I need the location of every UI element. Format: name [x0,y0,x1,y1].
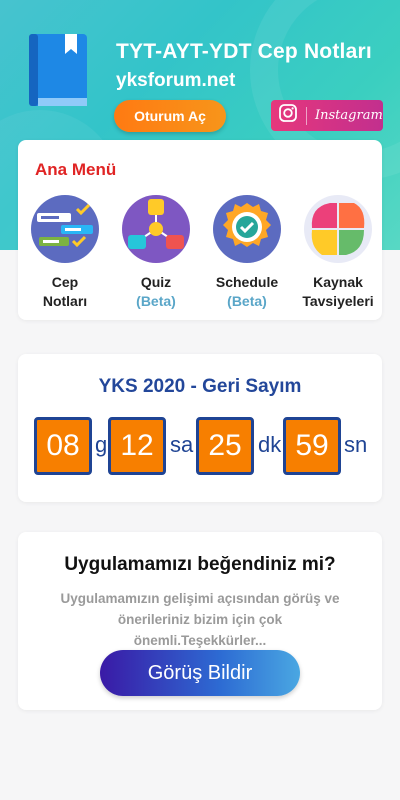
minutes-unit: dk [258,432,282,457]
menu-item-label: Kaynak [313,274,363,290]
instagram-icon [279,104,297,127]
feedback-description: Uygulamamızın gelişimi açısından görüş v… [60,591,340,648]
schedule-icon [213,195,281,263]
menu-item-kaynak-tavsiyeleri[interactable]: Kaynak Tavsiyeleri [299,195,377,311]
login-button[interactable]: Oturum Aç [114,100,226,132]
seconds-unit: sn [344,432,368,457]
days-unit: g [95,432,108,457]
menu-item-sublabel: (Beta) [136,293,176,309]
main-menu-card: Ana Menü Cep Notları Quiz (Beta) Schedul… [18,140,382,320]
instagram-button[interactable]: Instagram [271,100,383,131]
menu-item-quiz[interactable]: Quiz (Beta) [117,195,195,311]
app-title: TYT-AYT-YDT Cep Notları [116,40,372,63]
hours-unit: sa [170,432,194,457]
countdown-minutes: 25 [196,417,254,475]
main-menu-title: Ana Menü [35,160,117,179]
countdown-seconds: 59 [283,417,341,475]
menu-item-sublabel: (Beta) [227,293,267,309]
menu-item-schedule[interactable]: Schedule (Beta) [208,195,286,311]
countdown-card: YKS 2020 - Geri Sayım 08 g 12 sa 25 dk 5… [18,354,382,502]
menu-item-label: Cep [51,274,79,290]
app-logo-book-icon [29,34,87,106]
countdown-days: 08 [34,417,92,475]
countdown-title: YKS 2020 - Geri Sayım [98,376,302,397]
menu-item-label: Notları [42,293,88,309]
feedback-title: Uygulamamızı beğendiniz mi? [64,554,336,575]
feedback-card: Uygulamamızı beğendiniz mi? Uygulamamızı… [18,532,382,710]
menu-item-label: Tavsiyeleri [302,293,374,309]
feedback-button[interactable]: Görüş Bildir [100,650,300,696]
instagram-label: Instagram [315,108,383,123]
divider [306,106,307,125]
countdown-hours: 12 [108,417,166,475]
quiz-icon [122,195,190,263]
app-website: yksforum.net [116,70,236,91]
menu-item-label: Schedule [215,274,279,290]
menu-item-cep-notlari[interactable]: Cep Notları [26,195,104,311]
resources-icon [304,195,372,263]
menu-item-label: Quiz [140,274,172,290]
notes-icon [31,195,99,263]
